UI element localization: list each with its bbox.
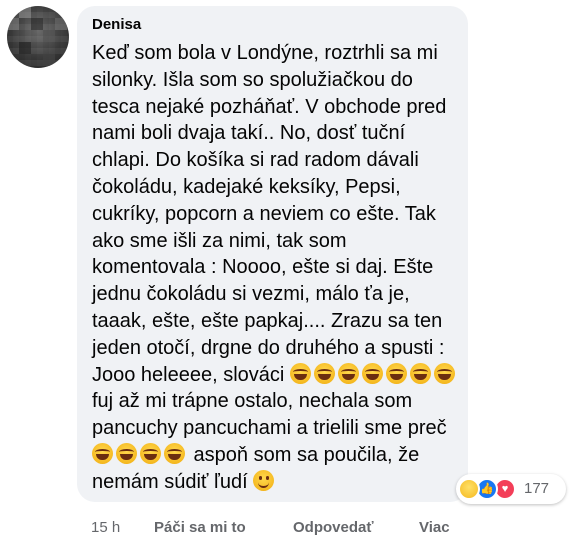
comment-text-part-1: Keď som bola v Londýne, roztrhli sa mi s… — [92, 42, 447, 386]
comment-text-part-2: fuj až mi trápne ostalo, nechala som pan… — [92, 390, 447, 440]
haha-reaction-icon — [458, 478, 480, 500]
laughing-emoji-icon — [164, 442, 185, 464]
like-button[interactable]: Páči sa mi to — [154, 519, 246, 536]
laughing-emoji-icon — [313, 362, 335, 384]
reply-button[interactable]: Odpovedať — [293, 519, 374, 536]
reactions-summary[interactable]: 👍 ♥ 177 — [456, 474, 566, 504]
comment-timestamp[interactable]: 15 h — [91, 519, 120, 536]
laughing-emoji-icon — [337, 362, 359, 384]
comment-text: Keď som bola v Londýne, roztrhli sa mi s… — [92, 40, 464, 496]
laughing-emoji-icon — [140, 442, 161, 464]
laughing-emoji-icon — [385, 362, 407, 384]
laughing-emoji-icon — [433, 362, 455, 384]
more-button[interactable]: Viac — [419, 519, 450, 536]
comment-bubble: Denisa Keď som bola v Londýne, roztrhli … — [77, 6, 468, 502]
laughing-emoji-icon — [289, 362, 311, 384]
smiling-emoji-icon — [253, 469, 275, 491]
laughing-emoji-icon — [361, 362, 383, 384]
laughing-emoji-icon — [409, 362, 431, 384]
avatar[interactable] — [7, 6, 69, 68]
laughing-emoji-icon — [116, 442, 137, 464]
reaction-count: 177 — [524, 480, 550, 497]
comment-author[interactable]: Denisa — [92, 16, 141, 33]
laughing-emoji-icon — [92, 442, 113, 464]
